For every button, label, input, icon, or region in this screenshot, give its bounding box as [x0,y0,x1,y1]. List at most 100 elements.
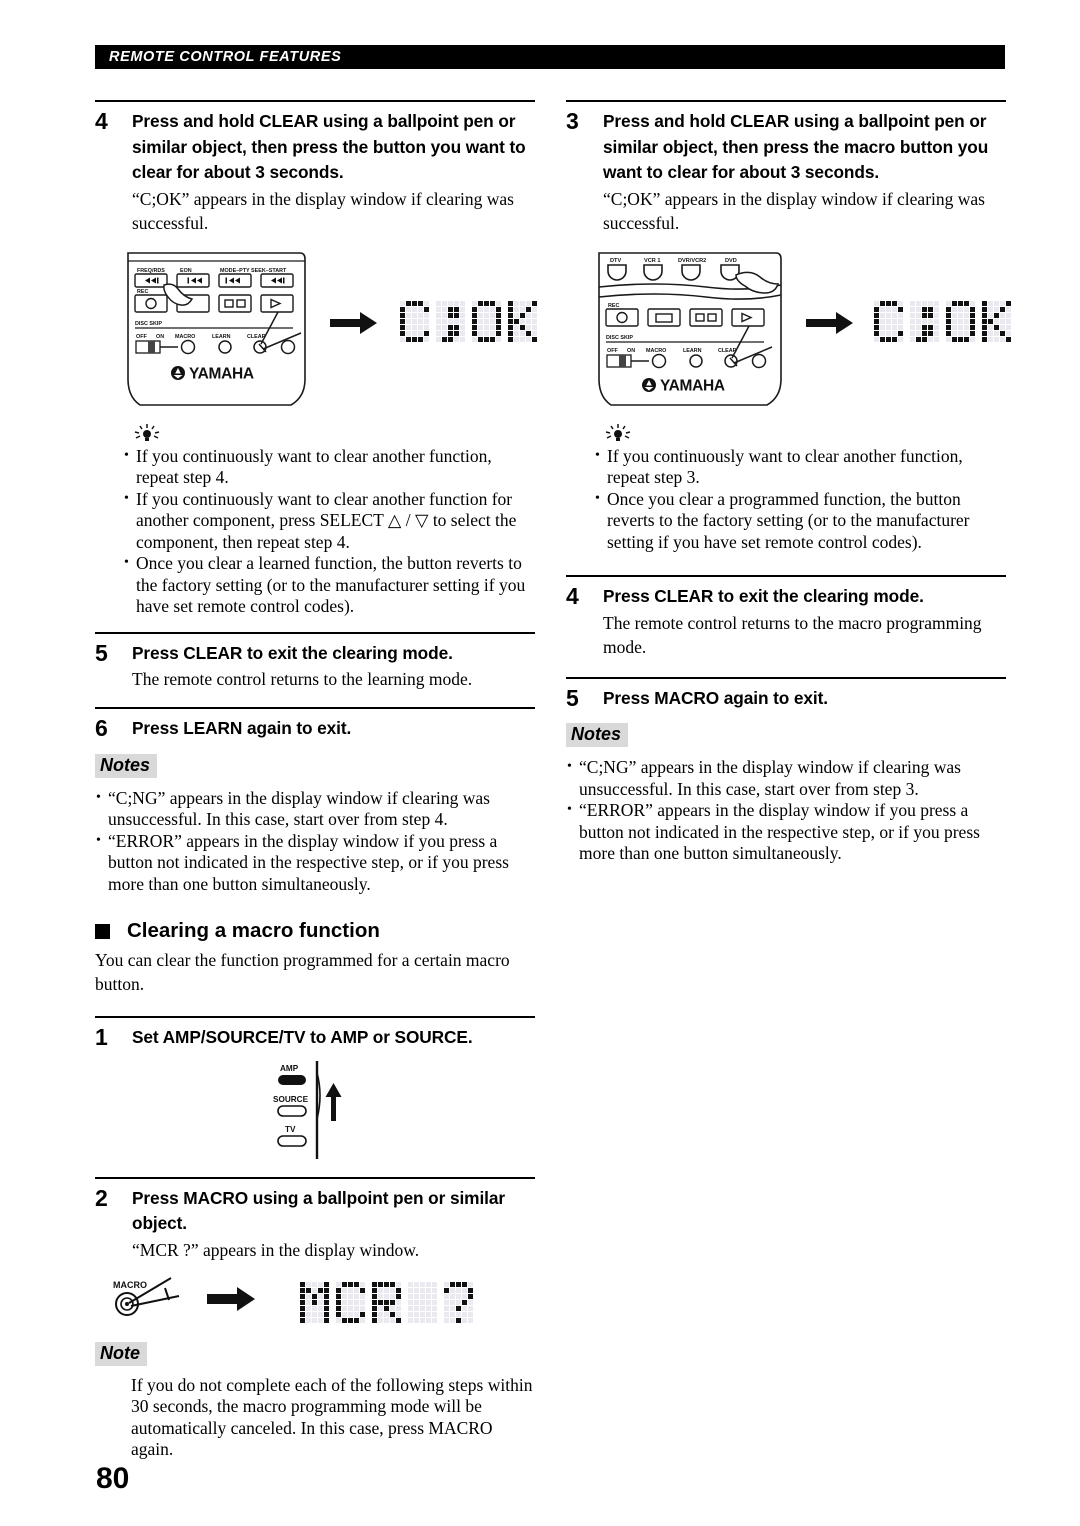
step-title: Set AMP/SOURCE/TV to AMP or SOURCE. [132,1027,473,1047]
step-number: 4 [95,108,108,134]
label-macro: MACRO [646,348,666,354]
step-number: 2 [95,1184,108,1211]
label-dtv: DTV [610,258,621,264]
label-mode-pty-seek-start: MODE–PTY SEEK–START [220,268,287,274]
step-title: Press and hold CLEAR using a ballpoint p… [132,111,526,182]
note-label: Note [95,1341,147,1366]
list-item: Once you clear a learned function, the b… [123,552,535,618]
yamaha-logo: YAMAHA [642,377,725,394]
up-arrow-icon [325,1082,342,1121]
lcd-display-cok [400,300,537,342]
lcd-character [946,300,975,342]
amp-indicator-selected [278,1074,306,1085]
pointing-hand-icon [735,271,780,294]
label-amp: AMP [280,1064,299,1073]
label-off: OFF [136,334,147,340]
lcd-character [444,1281,473,1323]
step-number: 3 [566,108,579,134]
label-macro: MACRO [175,334,195,340]
right-arrow-icon [330,311,378,334]
step-title: Press CLEAR to exit the clearing mode. [132,642,453,663]
label-dvd: DVD [725,258,737,264]
source-indicator [277,1104,307,1117]
step-2: 2 Press MACRO using a ballpoint pen or s… [95,1179,535,1237]
lcd-character [982,300,1011,342]
label-vcr1: VCR 1 [644,258,660,264]
lcd-display-mcr [300,1281,473,1323]
filled-square-icon [95,923,110,939]
list-item: If you continuously want to clear anothe… [123,445,535,489]
tips-list: If you continuously want to clear anothe… [123,445,535,618]
label-macro: MACRO [113,1280,147,1290]
list-item: “C;NG” appears in the display window if … [95,787,535,831]
notes-label: Notes [566,723,629,747]
step-4: 4 Press CLEAR to exit the clearing mode. [566,577,1006,610]
lcd-character [508,300,537,342]
section-heading: Clearing a macro function [95,919,535,943]
lcd-character [336,1281,365,1323]
step-4: 4 Press and hold CLEAR using a ballpoint… [95,102,535,186]
yamaha-logo: YAMAHA [171,365,254,382]
step-1: 1 Set AMP/SOURCE/TV to AMP or SOURCE. [95,1018,535,1051]
label-eon: EON [180,268,192,274]
macro-button-figure: MACRO [95,1272,535,1330]
lcd-character [400,300,429,342]
step-number: 4 [566,583,579,609]
list-item: “ERROR” appears in the display window if… [95,830,535,896]
notes-label: Notes [95,753,158,778]
label-off: OFF [607,348,618,354]
label-tv: TV [285,1125,296,1134]
tv-indicator [277,1134,307,1147]
list-item: If you continuously want to clear anothe… [594,445,1006,489]
label-rec: REC [608,303,619,309]
lcd-character [408,1281,437,1323]
step-body: “C;OK” appears in the display window if … [132,188,514,233]
section-title: Clearing a macro function [127,919,380,942]
label-disc-skip: DISC SKIP [606,335,633,341]
lcd-character [472,300,501,342]
step-title: Press CLEAR to exit the clearing mode. [603,586,924,606]
lcd-character [910,300,939,342]
page-number: 80 [96,1462,130,1495]
step-title: Press LEARN again to exit. [132,718,352,738]
step-5: 5 Press CLEAR to exit the clearing mode. [95,634,535,667]
list-item: If you continuously want to clear anothe… [123,488,535,554]
left-column: 4 Press and hold CLEAR using a ballpoint… [95,100,537,1461]
lcd-display-cok [874,300,1011,342]
running-head-text: REMOTE CONTROL FEATURES [109,49,342,65]
tips-list: If you continuously want to clear anothe… [594,445,1006,554]
tip-bulb-icon [602,423,636,444]
label-on: ON [627,348,635,354]
tip-bulb-icon [131,423,165,444]
lcd-character [372,1281,401,1323]
amp-source-tv-switch-figure: AMP SOURCE TV [95,1059,535,1177]
list-item: Once you clear a programmed function, th… [594,488,1006,554]
label-freq-rds: FREQ/RDS [137,268,165,274]
right-column: 3 Press and hold CLEAR using a ballpoint… [566,100,1011,865]
label-disc-skip: DISC SKIP [135,321,162,327]
step-body: The remote control returns to the macro … [603,612,982,657]
step-number: 5 [95,639,108,666]
step-title: Press and hold CLEAR using a ballpoint p… [603,111,989,182]
label-learn: LEARN [683,348,702,354]
step-5: 5 Press MACRO again to exit. [566,679,1006,712]
step-body: The remote control returns to the learni… [132,669,473,689]
remote-control-learn-figure: FREQ/RDS EON MODE–PTY SEEK–START REC DIS… [95,249,537,414]
label-dvr-vcr2: DVR/VCR2 [678,258,706,264]
step-title: Press MACRO using a ballpoint pen or sim… [132,1187,505,1234]
svg-text:YAMAHA: YAMAHA [189,365,254,382]
notes-list: “C;NG” appears in the display window if … [566,756,1006,865]
right-arrow-icon [806,311,854,334]
lcd-character [300,1281,329,1323]
section-intro: You can clear the function programmed fo… [95,950,510,994]
step-number: 5 [566,684,579,711]
svg-text:YAMAHA: YAMAHA [660,377,725,394]
lcd-character [436,300,465,342]
label-source: SOURCE [273,1095,309,1104]
step-number: 1 [95,1024,108,1050]
note-body: If you do not complete each of the follo… [131,1374,533,1460]
remote-control-macro-figure: DTV VCR 1 DVR/VCR2 DVD REC DISC SKIP OFF… [566,249,1011,414]
list-item: “ERROR” appears in the display window if… [566,799,1006,865]
label-rec: REC [137,289,148,295]
running-head-bar: REMOTE CONTROL FEATURES [95,45,1005,69]
